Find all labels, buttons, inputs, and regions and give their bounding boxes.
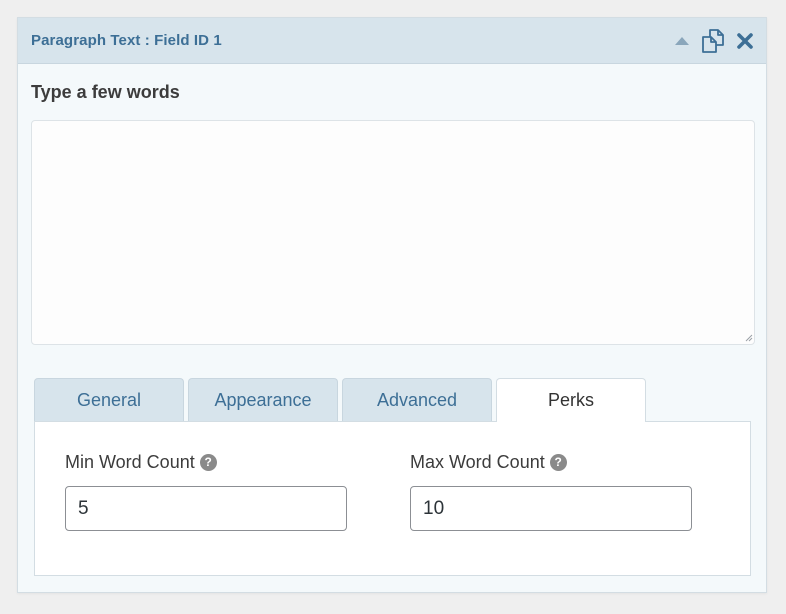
help-icon[interactable]: ? (199, 453, 217, 471)
min-word-count-input[interactable] (65, 486, 347, 531)
settings-tabs: General Appearance Advanced Perks (34, 378, 646, 422)
paragraph-textarea[interactable] (31, 120, 755, 345)
tab-perks[interactable]: Perks (496, 378, 646, 422)
help-icon[interactable]: ? (549, 453, 567, 471)
min-word-count-label: Min Word Count (65, 451, 195, 472)
resize-grip-icon[interactable] (745, 334, 753, 342)
field-label: Type a few words (31, 82, 180, 102)
field-panel: Paragraph Text : Field ID 1 Type a few w… (17, 17, 767, 593)
collapse-arrow-icon[interactable] (674, 36, 690, 46)
duplicate-icon[interactable] (700, 28, 726, 54)
delete-icon[interactable] (736, 32, 754, 50)
max-word-count-label: Max Word Count (410, 451, 545, 472)
tab-general[interactable]: General (34, 378, 184, 421)
perks-tab-content: Min Word Count ? Max Word Count ? (34, 421, 751, 576)
tab-appearance[interactable]: Appearance (188, 378, 338, 421)
tab-advanced[interactable]: Advanced (342, 378, 492, 421)
min-word-count-setting: Min Word Count ? (65, 450, 347, 531)
max-word-count-setting: Max Word Count ? (410, 450, 692, 531)
field-header[interactable]: Paragraph Text : Field ID 1 (18, 18, 766, 64)
max-word-count-input[interactable] (410, 486, 692, 531)
field-title: Paragraph Text : Field ID 1 (31, 32, 222, 49)
header-actions (674, 28, 754, 54)
